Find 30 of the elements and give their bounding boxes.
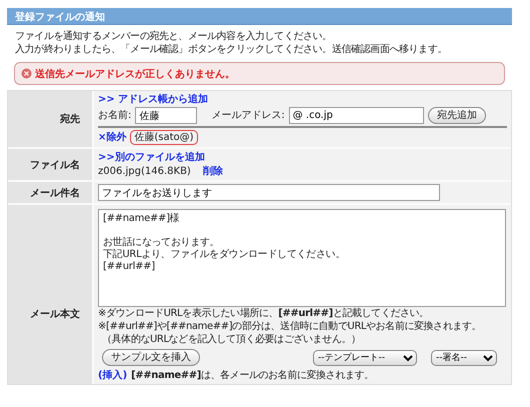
signature-select[interactable]: --署名--: [431, 350, 497, 366]
file-name: z006.jpg(146.8KB): [98, 165, 191, 178]
subject-input[interactable]: ファイルをお送りします: [98, 184, 440, 201]
instruction-text: 入力が終わりましたら、「メール確認」ボタンをクリックしてください。送信確認画面へ移ります。: [15, 43, 448, 56]
email-label: メールアドレス:: [211, 109, 285, 122]
recipient-entry: 佐藤(sato@): [130, 130, 198, 145]
email-input[interactable]: @ .co.jp: [288, 107, 424, 124]
error-text: 送信先メールアドレスが正しくありません。: [35, 68, 235, 80]
address-book-link[interactable]: >> アドレス帳から追加: [98, 93, 208, 106]
note-text: ※ダウンロードURLを表示したい場所に、[##url##]と記載してください。: [98, 308, 430, 320]
name-input[interactable]: 佐藤: [135, 107, 198, 124]
insert-link[interactable]: (挿入): [98, 369, 128, 382]
add-file-link[interactable]: >>別のファイルを追加: [98, 151, 205, 164]
field-label: ファイル名: [30, 158, 80, 172]
message-body-field[interactable]: [##name##]様 お世話になっております。 下記URLより、ファイルをダウンロードしてください。 [##url##]: [98, 209, 506, 307]
field-label: 宛先: [60, 112, 80, 126]
insert-sample-button[interactable]: サンプル文を挿入: [102, 349, 200, 366]
remove-link[interactable]: ×除外: [98, 131, 126, 144]
instruction-text: ファイルを通知するメンバーの宛先と、メール内容を入力してください。: [15, 30, 333, 43]
add-recipient-button[interactable]: 宛先追加: [428, 107, 486, 124]
name-label: お名前:: [98, 109, 132, 122]
note-text: （具体的なURLなどを記入して頂く必要はございません。）: [101, 334, 362, 346]
error-icon: [21, 68, 32, 79]
field-label: メール本文: [30, 308, 80, 321]
delete-link[interactable]: 削除: [202, 165, 223, 178]
template-select[interactable]: --テンプレート--: [313, 350, 417, 366]
section-title: 登録ファイルの通知: [7, 8, 512, 25]
field-label: メール件名: [30, 186, 80, 200]
insert-note-text: [##name##]は、各メールのお名前に変換されます。: [131, 370, 374, 382]
note-text: ※[##url##]や[##name##]の部分は、送信時に自動でURLやお名前に変換されます。: [98, 321, 482, 333]
